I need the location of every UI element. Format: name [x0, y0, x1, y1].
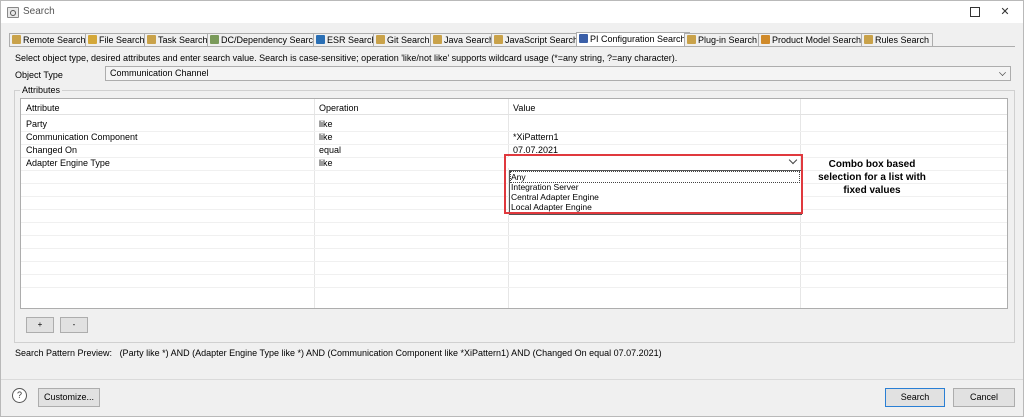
task-search-icon	[147, 35, 156, 44]
attribute-cell: Communication Component	[26, 132, 138, 142]
tab-task-search[interactable]: Task Search	[144, 33, 212, 46]
preview-label: Search Pattern Preview:	[15, 348, 113, 358]
operation-cell[interactable]: like	[319, 119, 333, 129]
close-button[interactable]: ✕	[991, 3, 1019, 21]
row-divider	[21, 287, 1007, 288]
chevron-down-icon	[999, 69, 1006, 76]
git-search-icon	[376, 35, 385, 44]
column-header-operation[interactable]: Operation	[319, 103, 359, 113]
tab-java-search[interactable]: Java Search	[430, 33, 499, 46]
table-row[interactable]: Party like	[21, 118, 1007, 131]
rules-search-icon	[864, 35, 873, 44]
row-divider	[21, 248, 1007, 249]
operation-cell[interactable]: like	[319, 132, 333, 142]
value-cell[interactable]: *XiPattern1	[513, 132, 559, 142]
help-icon: ?	[16, 390, 22, 400]
tab-esr-search[interactable]: ESR Search	[313, 33, 381, 46]
attribute-cell: Adapter Engine Type	[26, 158, 110, 168]
tab-product-model-search[interactable]: Product Model Search	[758, 33, 866, 46]
add-attribute-button[interactable]: +	[26, 317, 54, 333]
footer-divider	[1, 379, 1023, 380]
product-model-search-icon	[761, 35, 770, 44]
search-pattern-preview: Search Pattern Preview: (Party like *) A…	[15, 348, 662, 358]
column-header-value[interactable]: Value	[513, 103, 535, 113]
object-type-value: Communication Channel	[110, 68, 209, 78]
tab-remote-search[interactable]: Remote Search	[9, 33, 90, 46]
preview-text: (Party like *) AND (Adapter Engine Type …	[119, 348, 662, 358]
remote-search-icon	[12, 35, 21, 44]
tab-javascript-search[interactable]: JavaScript Search	[491, 33, 583, 46]
header-divider	[21, 114, 1007, 115]
instructions-text: Select object type, desired attributes a…	[15, 53, 678, 63]
dependency-search-icon	[210, 35, 219, 44]
maximize-button[interactable]	[961, 3, 989, 21]
search-button[interactable]: Search	[885, 388, 945, 407]
title-bar: Search ✕	[1, 1, 1023, 23]
row-divider	[21, 235, 1007, 236]
help-button[interactable]: ?	[12, 388, 27, 403]
search-dialog: Search ✕ Remote Search File Search Task …	[0, 0, 1024, 417]
esr-search-icon	[316, 35, 325, 44]
file-search-icon	[88, 35, 97, 44]
annotation-text: Combo box based selection for a list wit…	[818, 159, 926, 196]
window-title: Search	[23, 6, 55, 17]
maximize-icon	[970, 7, 980, 18]
row-divider	[21, 274, 1007, 275]
attribute-cell: Changed On	[26, 145, 78, 155]
object-type-combo[interactable]: Communication Channel	[105, 66, 1011, 81]
table-row[interactable]: Communication Component like *XiPattern1	[21, 131, 1007, 144]
operation-cell[interactable]: like	[319, 158, 333, 168]
tab-rules-search[interactable]: Rules Search	[861, 33, 934, 46]
customize-button[interactable]: Customize...	[38, 388, 100, 407]
column-header-attribute[interactable]: Attribute	[26, 103, 60, 113]
tab-pi-configuration-search[interactable]: PI Configuration Search	[576, 32, 690, 47]
operation-cell[interactable]: equal	[319, 145, 341, 155]
tab-git-search[interactable]: Git Search	[373, 33, 434, 46]
tab-divider	[9, 46, 1015, 47]
object-type-label: Object Type	[15, 70, 63, 80]
tab-file-search[interactable]: File Search	[85, 33, 149, 46]
javascript-search-icon	[494, 35, 503, 44]
plugin-search-icon	[687, 35, 696, 44]
tab-dependency-search[interactable]: DC/Dependency Search	[207, 33, 323, 46]
java-search-icon	[433, 35, 442, 44]
search-app-icon	[7, 7, 19, 18]
pi-config-search-icon	[579, 34, 588, 43]
tab-plugin-search[interactable]: Plug-in Search	[684, 33, 762, 46]
attributes-group-label: Attributes	[20, 85, 63, 95]
row-divider	[21, 261, 1007, 262]
remove-attribute-button[interactable]: -	[60, 317, 88, 333]
cancel-button[interactable]: Cancel	[953, 388, 1015, 407]
highlight-box	[504, 154, 803, 214]
row-divider	[21, 222, 1007, 223]
attribute-cell: Party	[26, 119, 48, 129]
close-icon: ✕	[1000, 6, 1010, 18]
